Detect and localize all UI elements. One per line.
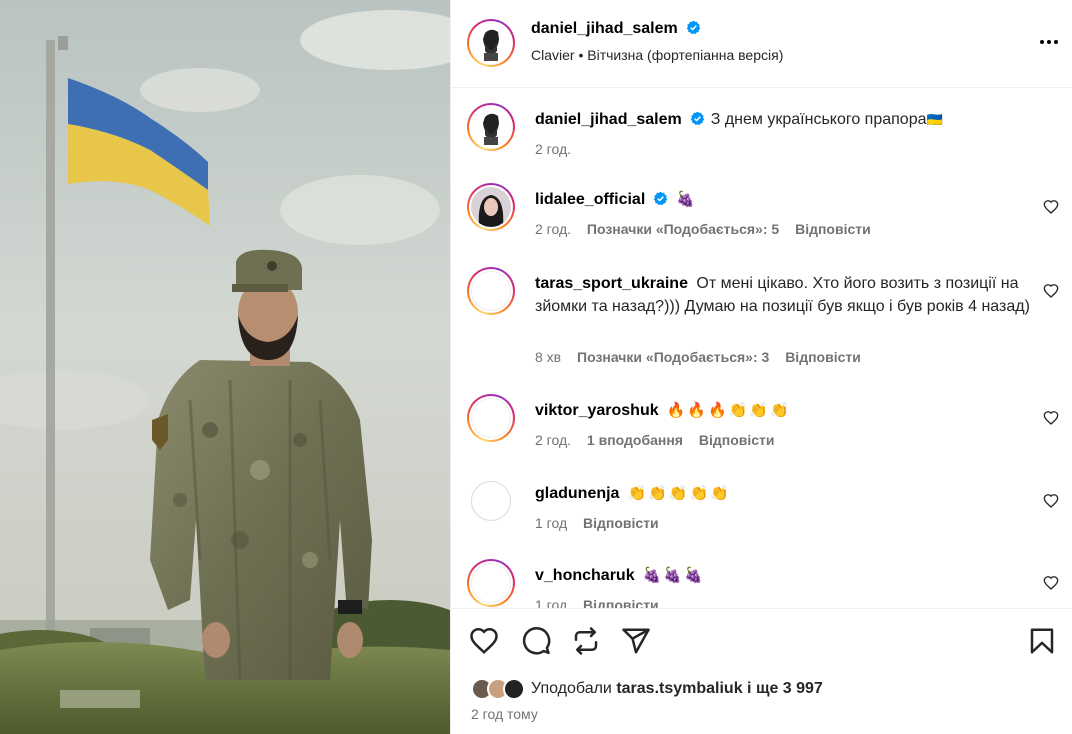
comment-time[interactable]: 2 год.	[535, 432, 571, 448]
avatar-portrait-icon	[471, 107, 511, 147]
reply-button[interactable]: Відповісти	[583, 515, 659, 531]
comment-time[interactable]: 1 год	[535, 515, 567, 531]
comment-like-heart-icon[interactable]	[1043, 283, 1059, 299]
comment-text-row: taras_sport_ukraine От мені цікаво. Хто …	[535, 272, 1035, 318]
comment-meta: 8 хв Позначки «Подобається»: 3 Відповіст…	[535, 349, 873, 365]
comment-item: viktor_yaroshuk 🔥🔥🔥👏👏👏 2 год. 1 вподобанн…	[451, 394, 1072, 454]
avatar-portrait-icon	[471, 23, 511, 63]
comment-meta: 1 год Відповісти	[535, 597, 671, 608]
verified-badge-icon	[686, 20, 701, 35]
reply-button[interactable]: Відповісти	[699, 432, 775, 448]
post-media[interactable]	[0, 0, 450, 734]
caption: daniel_jihad_salem З днем українського п…	[451, 103, 1072, 163]
comments-list[interactable]: daniel_jihad_salem З днем українського п…	[451, 89, 1072, 608]
liked-by-row[interactable]: Уподобали taras.tsymbaliuk і ще 3 997	[471, 675, 823, 703]
verified-badge-icon	[690, 111, 704, 126]
comment-item: taras_sport_ukraine От мені цікаво. Хто …	[451, 267, 1072, 371]
paper-plane-icon[interactable]	[621, 626, 651, 656]
liked-by-text: Уподобали taras.tsymbaliuk і ще 3 997	[531, 680, 823, 698]
comment-avatar[interactable]	[471, 481, 511, 521]
caption-text: З днем українського прапора	[710, 111, 927, 128]
audio-track[interactable]: Clavier • Вітчизна (фортепіанна версія)	[531, 47, 783, 63]
post-time[interactable]: 2 год тому	[471, 706, 538, 722]
comment-time[interactable]: 1 год	[535, 597, 567, 608]
caption-meta: 2 год.	[535, 141, 583, 157]
comment-time[interactable]: 2 год.	[535, 221, 571, 237]
comment-text-row: lidalee_official 🍇	[535, 188, 697, 211]
comment-avatar[interactable]	[467, 267, 515, 315]
caption-avatar[interactable]	[467, 103, 515, 151]
reply-button[interactable]: Відповісти	[795, 221, 871, 237]
bookmark-icon[interactable]	[1027, 626, 1057, 656]
caption-username[interactable]: daniel_jihad_salem	[535, 111, 682, 128]
comment-likes[interactable]: 1 вподобання	[587, 432, 683, 448]
comment-like-heart-icon[interactable]	[1043, 493, 1059, 509]
repost-icon[interactable]	[571, 626, 601, 656]
comment-item: gladunenja 👏👏👏👏👏 1 год Відповісти	[451, 477, 1072, 537]
comment-emojis: 🍇	[676, 191, 697, 208]
comment-username[interactable]: taras_sport_ukraine	[535, 275, 688, 292]
heart-icon[interactable]	[469, 626, 499, 656]
comment-likes[interactable]: Позначки «Подобається»: 3	[577, 349, 769, 365]
liker-avatar	[503, 678, 525, 700]
comment-meta: 2 год. 1 вподобання Відповісти	[535, 432, 787, 448]
comment-item: lidalee_official 🍇 2 год. Позначки «Подо…	[451, 183, 1072, 243]
comment-emojis: 🍇🍇🍇	[642, 567, 705, 584]
reply-button[interactable]: Відповісти	[785, 349, 861, 365]
comment-username[interactable]: viktor_yaroshuk	[535, 402, 659, 419]
comment-bubble-icon[interactable]	[521, 626, 551, 656]
post-header: daniel_jihad_salem Clavier • Вітчизна (ф…	[451, 0, 1072, 88]
comment-username[interactable]: v_honcharuk	[535, 567, 635, 584]
post-actions	[451, 608, 1072, 734]
comment-item: v_honcharuk 🍇🍇🍇 1 год Відповісти	[451, 559, 1072, 608]
header-username-row: daniel_jihad_salem	[531, 20, 701, 38]
comment-avatar[interactable]	[467, 183, 515, 231]
liked-suffix[interactable]: і ще 3 997	[747, 680, 823, 697]
verified-badge-icon	[654, 191, 668, 206]
comment-time[interactable]: 8 хв	[535, 349, 561, 365]
comment-meta: 2 год. Позначки «Подобається»: 5 Відпові…	[535, 221, 883, 237]
comment-username[interactable]: gladunenja	[535, 485, 619, 502]
liked-user[interactable]: taras.tsymbaliuk	[616, 680, 742, 697]
post-video-frame	[0, 0, 450, 734]
comment-emojis: 🔥🔥🔥👏👏👏	[666, 402, 791, 419]
comment-emojis: 👏👏👏👏👏	[627, 485, 731, 502]
comment-username[interactable]: lidalee_official	[535, 191, 645, 208]
comment-like-heart-icon[interactable]	[1043, 199, 1059, 215]
comment-text-row: v_honcharuk 🍇🍇🍇	[535, 564, 705, 587]
more-options-icon[interactable]	[1037, 30, 1061, 54]
comment-avatar[interactable]	[467, 559, 515, 607]
post-side-panel: daniel_jihad_salem Clavier • Вітчизна (ф…	[450, 0, 1072, 734]
comment-text-row: viktor_yaroshuk 🔥🔥🔥👏👏👏	[535, 399, 791, 422]
comment-avatar[interactable]	[467, 394, 515, 442]
comment-text-row: gladunenja 👏👏👏👏👏	[535, 482, 731, 505]
reply-button[interactable]: Відповісти	[583, 597, 659, 608]
comment-like-heart-icon[interactable]	[1043, 575, 1059, 591]
header-username[interactable]: daniel_jihad_salem	[531, 20, 678, 37]
comment-like-heart-icon[interactable]	[1043, 410, 1059, 426]
caption-time[interactable]: 2 год.	[535, 141, 571, 157]
comment-meta: 1 год Відповісти	[535, 515, 671, 531]
liked-prefix: Уподобали	[531, 680, 612, 697]
author-avatar[interactable]	[467, 19, 515, 67]
flag-emoji: 🇺🇦	[926, 112, 943, 127]
comment-likes[interactable]: Позначки «Подобається»: 5	[587, 221, 779, 237]
caption-text-row: daniel_jihad_salem З днем українського п…	[535, 108, 943, 131]
avatar-portrait-icon	[471, 187, 511, 227]
